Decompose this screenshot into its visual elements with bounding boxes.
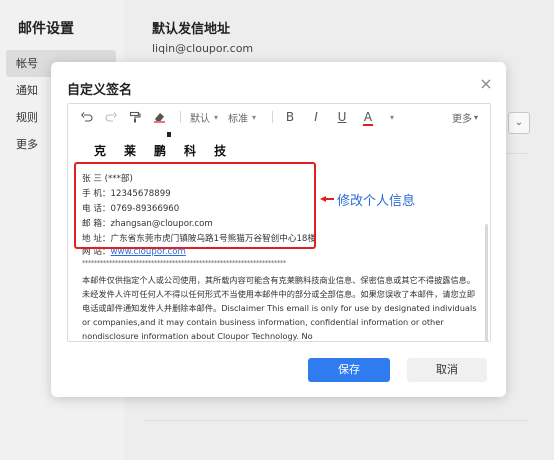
eraser-icon[interactable]: [150, 108, 168, 126]
divider: [144, 420, 528, 421]
default-sender-email: liqin@cloupor.com: [152, 42, 254, 55]
font-family-select[interactable]: 默认 ▾: [190, 108, 218, 126]
company-char: 鹏: [154, 144, 167, 158]
company-char: 克: [94, 144, 107, 158]
bold-button[interactable]: B: [282, 108, 298, 126]
company-char: 技: [214, 144, 227, 158]
font-color-dropdown[interactable]: ▾: [386, 108, 394, 126]
chevron-down-icon: ▾: [390, 112, 395, 122]
separator-stars: ****************************************…: [82, 259, 287, 267]
close-icon[interactable]: ×: [478, 76, 494, 92]
arrow-left-icon: [320, 196, 334, 202]
highlight-box: [74, 162, 316, 249]
company-name: 克莱鹏科技: [94, 142, 244, 159]
sidebar-title: 邮件设置: [18, 21, 74, 37]
undo-icon[interactable]: [78, 108, 96, 126]
editor-toolbar: 默认 ▾ 标准 ▾ B I U A ▾ 更多 ▾: [68, 104, 490, 130]
font-color-button[interactable]: A: [360, 108, 376, 126]
cancel-button[interactable]: 取消: [407, 358, 487, 382]
save-button[interactable]: 保存: [308, 358, 390, 382]
annotation-label: 修改个人信息: [337, 194, 416, 209]
chevron-down-icon[interactable]: ⌄: [508, 112, 530, 134]
editor-scrollbar[interactable]: [485, 224, 488, 341]
chevron-down-icon: ▾: [252, 112, 257, 122]
underline-button[interactable]: U: [334, 108, 350, 126]
format-painter-icon[interactable]: [126, 108, 144, 126]
disclaimer-text: 本邮件仅供指定个人或公司使用，其所载内容可能含有克莱鹏科技商业信息、保密信息或其…: [82, 275, 477, 341]
company-char: 莱: [124, 144, 137, 158]
company-char: 科: [184, 144, 197, 158]
toolbar-divider: [272, 111, 274, 123]
italic-button[interactable]: I: [308, 108, 324, 126]
more-button[interactable]: 更多 ▾: [452, 108, 478, 126]
chevron-down-icon: ▾: [473, 112, 478, 122]
redo-icon[interactable]: [102, 108, 120, 126]
default-sender-title: 默认发信地址: [152, 22, 231, 37]
text-cursor: [167, 132, 171, 137]
toolbar-divider: [180, 111, 181, 123]
font-color-swatch: [363, 124, 374, 126]
chevron-down-icon: ▾: [214, 112, 219, 122]
dialog-title: 自定义签名: [67, 83, 133, 98]
font-size-select[interactable]: 标准 ▾: [228, 108, 256, 126]
